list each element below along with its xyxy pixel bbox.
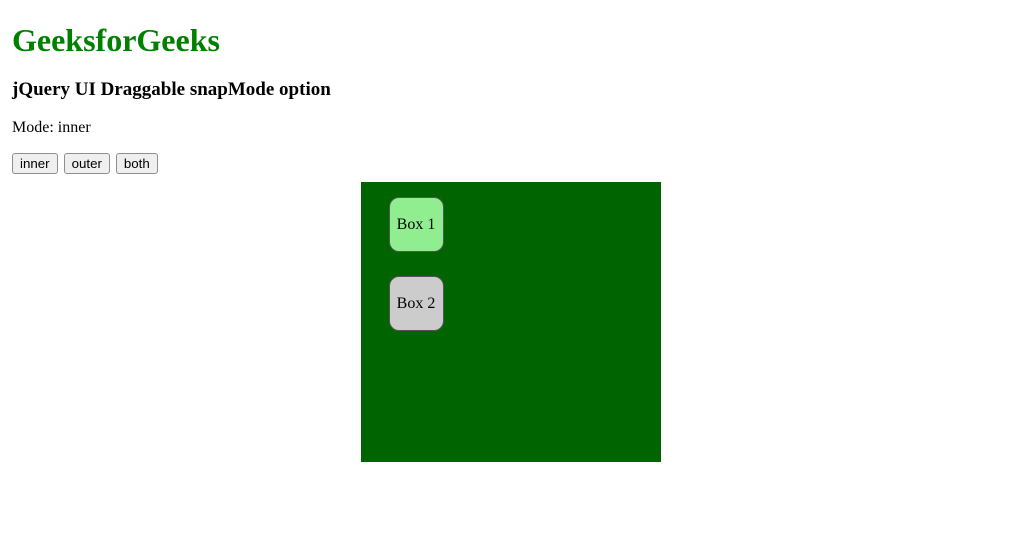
mode-value: inner	[58, 119, 91, 136]
mode-prefix: Mode:	[12, 119, 58, 136]
page-subtitle: jQuery UI Draggable snapMode option	[12, 79, 1009, 101]
draggable-box-2[interactable]: Box 2	[389, 276, 444, 331]
page-title: GeeksforGeeks	[12, 22, 1009, 59]
drop-zone: Box 1 Box 2	[361, 182, 661, 462]
both-button[interactable]: both	[116, 153, 158, 174]
outer-button[interactable]: outer	[64, 153, 110, 174]
draggable-box-1[interactable]: Box 1	[389, 197, 444, 252]
mode-button-row: inner outer both	[12, 153, 1009, 174]
inner-button[interactable]: inner	[12, 153, 58, 174]
mode-display: Mode: inner	[12, 119, 1009, 137]
